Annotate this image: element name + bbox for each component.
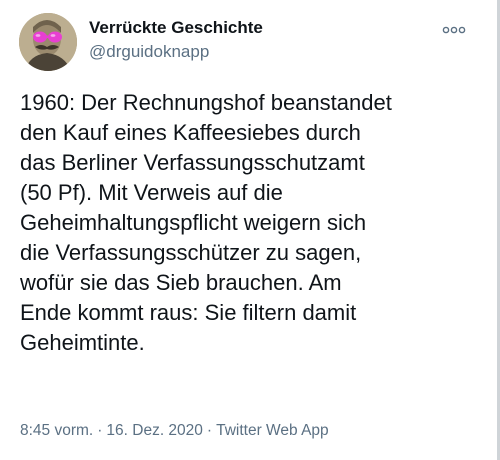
- tweet-text-line: 1960: Der Rechnungshof beanstandet: [20, 90, 392, 115]
- tweet-text-line: Geheimtinte.: [20, 330, 145, 355]
- tweet-text-line: das Berliner Verfassungsschutzamt: [20, 150, 365, 175]
- tweet-text-line: wofür sie das Sieb brauchen. Am: [20, 270, 342, 295]
- tweet-text-line: (50 Pf). Mit Verweis auf die: [20, 180, 283, 205]
- tweet-text-line: den Kauf eines Kaffeesiebes durch: [20, 120, 361, 145]
- tweet-text: 1960: Der Rechnungshof beanstandet den K…: [20, 88, 490, 358]
- tweet-text-line: die Verfassungsschützer zu sagen,: [20, 240, 362, 265]
- tweet-time[interactable]: 8:45 vorm.: [20, 422, 93, 439]
- more-options-icon: [442, 26, 466, 34]
- avatar-portrait-icon: [19, 13, 77, 71]
- author-display-name[interactable]: Verrückte Geschichte: [89, 17, 263, 39]
- author-handle[interactable]: @drguidoknapp: [89, 41, 209, 63]
- tweet-card: Verrückte Geschichte @drguidoknapp 1960:…: [0, 0, 500, 460]
- tweet-meta: 8:45 vorm. · 16. Dez. 2020 · Twitter Web App: [20, 420, 329, 442]
- meta-separator: ·: [206, 422, 213, 439]
- tweet-text-line: Geheimhaltungspflicht weigern sich: [20, 210, 367, 235]
- more-options-button[interactable]: [442, 24, 466, 36]
- tweet-date[interactable]: 16. Dez. 2020: [106, 422, 203, 439]
- tweet-source[interactable]: Twitter Web App: [216, 422, 329, 439]
- tweet-text-line: Ende kommt raus: Sie filtern damit: [20, 300, 357, 325]
- meta-separator: ·: [97, 422, 103, 439]
- avatar[interactable]: [19, 13, 77, 71]
